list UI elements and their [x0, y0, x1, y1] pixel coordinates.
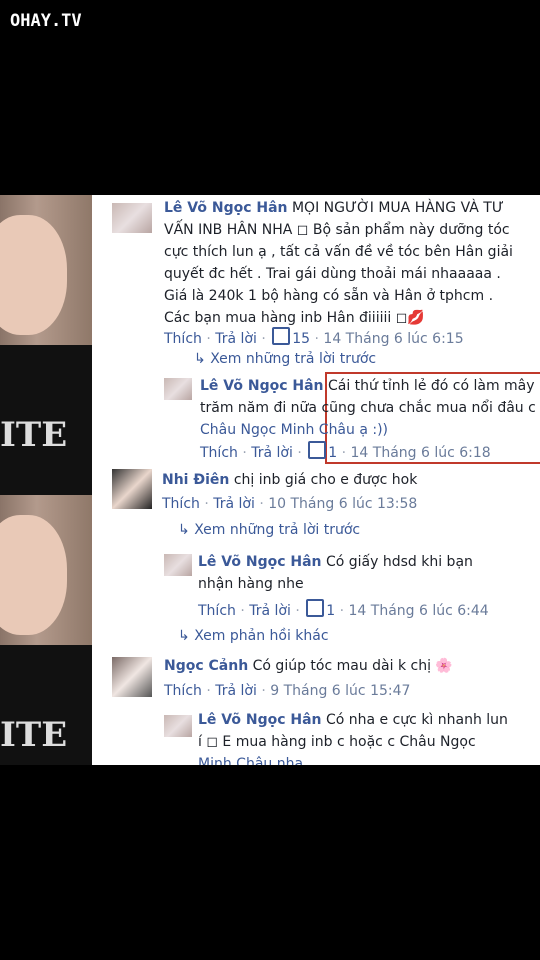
thumbs-up-icon: [306, 599, 325, 617]
avatar[interactable]: [164, 378, 192, 400]
screenshot-panel: ITE ITE Lê Võ Ngọc Hân MỌI NGƯỜI MUA HÀN…: [0, 195, 540, 765]
profile-photo-top: ITE: [0, 195, 92, 495]
comment-actions: Thích · Trả lời · 15 · 14 Tháng 6 lúc 6:…: [164, 327, 464, 347]
like-button[interactable]: Thích: [200, 445, 238, 461]
reply-button[interactable]: Trả lời: [249, 603, 291, 619]
view-previous-replies[interactable]: ↳ Xem những trả lời trước: [178, 522, 360, 538]
reply-button[interactable]: Trả lời: [213, 496, 255, 512]
thumbs-up-icon: [308, 441, 327, 459]
like-count[interactable]: 1: [328, 445, 337, 461]
timestamp[interactable]: 14 Tháng 6 lúc 6:18: [351, 445, 491, 461]
comment-author[interactable]: Lê Võ Ngọc Hân: [198, 554, 322, 570]
timestamp[interactable]: 14 Tháng 6 lúc 6:15: [323, 331, 463, 347]
shirt-text: ITE: [0, 415, 68, 455]
watermark: OHAY.TV: [10, 11, 82, 31]
reply-arrow-icon: ↳: [194, 351, 206, 367]
like-button[interactable]: Thích: [162, 496, 200, 512]
comment-author[interactable]: Lê Võ Ngọc Hân: [200, 378, 324, 394]
comment-author[interactable]: Ngọc Cảnh: [164, 658, 248, 674]
thumbs-up-icon: [272, 327, 291, 345]
timestamp[interactable]: 14 Tháng 6 lúc 6:44: [349, 603, 489, 619]
view-more-replies[interactable]: ↳ Xem phản hồi khác: [178, 628, 329, 644]
avatar[interactable]: [112, 657, 152, 697]
avatar[interactable]: [112, 469, 152, 509]
view-previous-replies[interactable]: ↳ Xem những trả lời trước: [194, 351, 376, 367]
timestamp[interactable]: 9 Tháng 6 lúc 15:47: [270, 683, 410, 699]
comment-text: Nhi Điên chị inb giá cho e được hok: [162, 472, 418, 488]
comment-actions: Thích · Trả lời · 9 Tháng 6 lúc 15:47: [164, 683, 411, 699]
comment-author[interactable]: Lê Võ Ngọc Hân: [164, 200, 288, 216]
avatar[interactable]: [164, 554, 192, 576]
reply-arrow-icon: ↳: [178, 522, 190, 538]
comment-text: Lê Võ Ngọc Hân Có giấy hdsd khi bạn nhận…: [198, 554, 473, 592]
comment-actions: Thích · Trả lời · 1 · 14 Tháng 6 lúc 6:1…: [200, 441, 491, 461]
like-count[interactable]: 15: [292, 331, 310, 347]
like-button[interactable]: Thích: [164, 331, 202, 347]
comment-actions: Thích · Trả lời · 1 · 14 Tháng 6 lúc 6:4…: [198, 599, 489, 619]
reply-arrow-icon: ↳: [178, 628, 190, 644]
reply-button[interactable]: Trả lời: [251, 445, 293, 461]
timestamp[interactable]: 10 Tháng 6 lúc 13:58: [268, 496, 417, 512]
reply-button[interactable]: Trả lời: [215, 331, 257, 347]
comment-author[interactable]: Nhi Điên: [162, 472, 229, 488]
comment-text: Lê Võ Ngọc Hân Có nha e cực kì nhanh lun…: [198, 712, 508, 765]
comment-text: Lê Võ Ngọc Hân Cái thứ tỉnh lẻ đó có làm…: [200, 378, 536, 438]
reply-button[interactable]: Trả lời: [215, 683, 257, 699]
comment-author[interactable]: Lê Võ Ngọc Hân: [198, 712, 322, 728]
like-count[interactable]: 1: [326, 603, 335, 619]
avatar[interactable]: [112, 203, 152, 233]
shirt-text: ITE: [0, 715, 68, 755]
profile-photo-bottom: ITE: [0, 495, 92, 765]
comment-text: Lê Võ Ngọc Hân MỌI NGƯỜI MUA HÀNG VÀ TƯ …: [164, 200, 513, 326]
comment-text: Ngọc Cảnh Có giúp tóc mau dài k chị 🌸: [164, 658, 453, 674]
comment-actions: Thích · Trả lời · 10 Tháng 6 lúc 13:58: [162, 496, 418, 512]
avatar[interactable]: [164, 715, 192, 737]
like-button[interactable]: Thích: [164, 683, 202, 699]
like-button[interactable]: Thích: [198, 603, 236, 619]
